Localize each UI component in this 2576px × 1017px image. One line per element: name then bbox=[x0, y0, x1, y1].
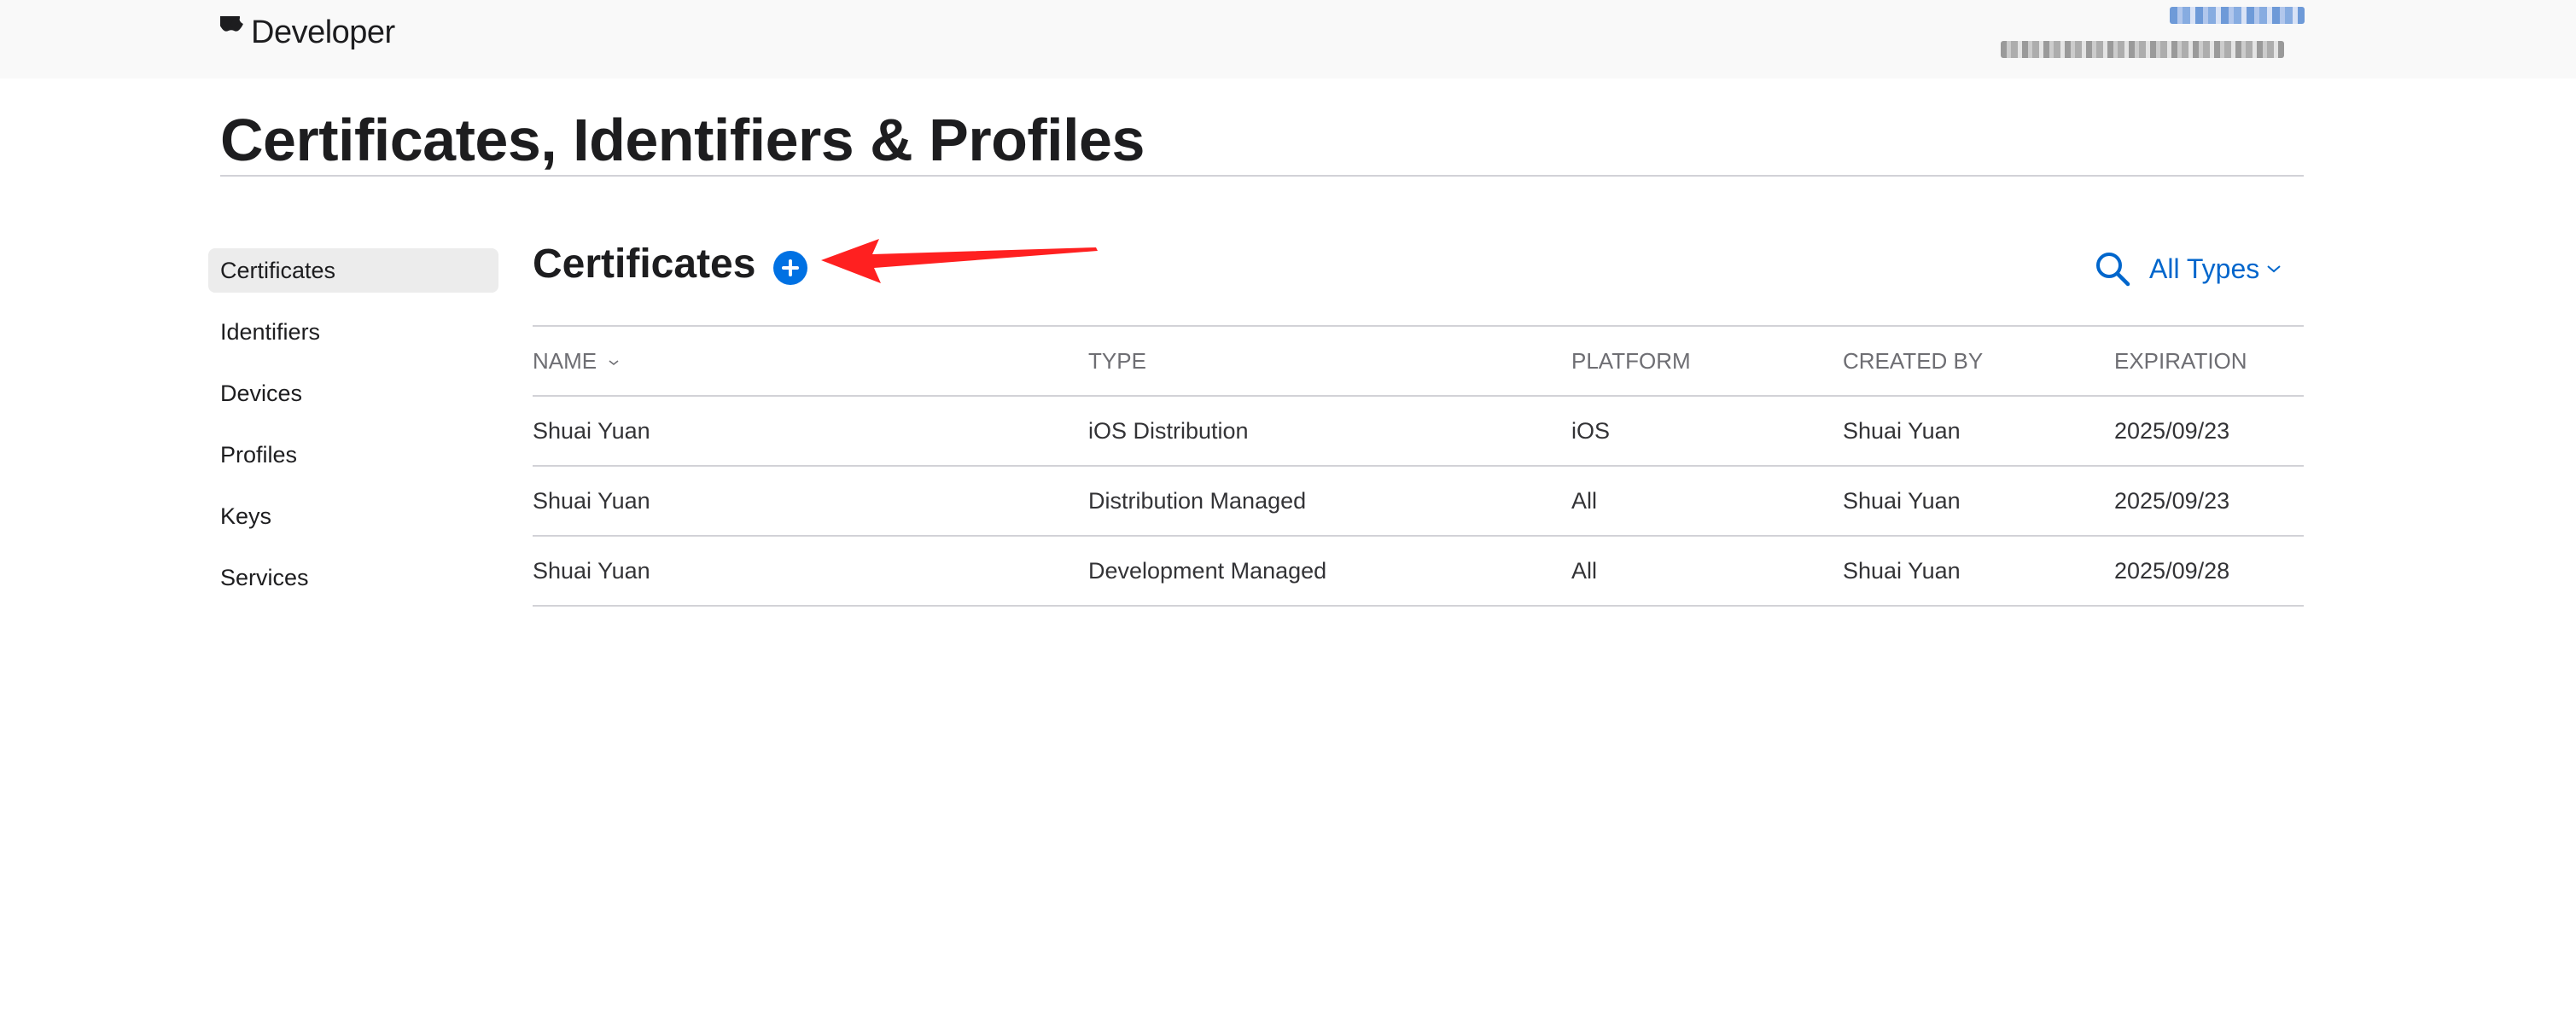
apple-logo-icon bbox=[220, 16, 243, 32]
filter-label: All Types bbox=[2149, 253, 2260, 284]
global-header: Developer bbox=[0, 0, 2576, 78]
chevron-down-icon bbox=[2267, 265, 2281, 273]
section-title: Certificates bbox=[533, 241, 756, 287]
cell-created-by: Shuai Yuan bbox=[1843, 418, 1961, 444]
sidebar-item-certificates[interactable]: Certificates bbox=[208, 248, 498, 293]
developer-logo[interactable]: Developer bbox=[220, 12, 395, 53]
cell-name: Shuai Yuan bbox=[533, 418, 650, 444]
column-label: NAME bbox=[533, 348, 597, 374]
all-types-filter[interactable]: All Types bbox=[2149, 250, 2282, 288]
column-header-name[interactable]: NAME bbox=[533, 327, 620, 395]
title-divider bbox=[220, 175, 2304, 177]
cell-platform: iOS bbox=[1571, 418, 1611, 444]
cell-type: Distribution Managed bbox=[1088, 488, 1307, 514]
table-row[interactable]: Shuai Yuan Distribution Managed All Shua… bbox=[533, 465, 2304, 535]
cell-created-by: Shuai Yuan bbox=[1843, 488, 1961, 514]
column-header-type: TYPE bbox=[1088, 348, 1146, 374]
sidebar-item-profiles[interactable]: Profiles bbox=[208, 433, 498, 477]
cell-name: Shuai Yuan bbox=[533, 558, 650, 584]
red-arrow-annotation bbox=[821, 239, 1098, 283]
certificates-table: NAME TYPE PLATFORM CREATED BY EXPIRATION… bbox=[533, 325, 2304, 607]
page-title: Certificates, Identifiers & Profiles bbox=[220, 107, 1145, 173]
cell-type: Development Managed bbox=[1088, 558, 1327, 584]
table-row[interactable]: Shuai Yuan Development Managed All Shuai… bbox=[533, 535, 2304, 607]
table-header-row: NAME TYPE PLATFORM CREATED BY EXPIRATION bbox=[533, 325, 2304, 395]
cell-expiration: 2025/09/23 bbox=[2114, 418, 2230, 444]
cell-platform: All bbox=[1571, 558, 1598, 584]
sidebar-item-identifiers[interactable]: Identifiers bbox=[208, 310, 498, 354]
search-icon[interactable] bbox=[2094, 250, 2131, 288]
sidebar-nav: Certificates Identifiers Devices Profile… bbox=[208, 248, 498, 617]
sidebar-item-devices[interactable]: Devices bbox=[208, 371, 498, 416]
column-header-created-by: CREATED BY bbox=[1843, 348, 1984, 374]
account-name-link[interactable] bbox=[2170, 7, 2305, 24]
add-certificate-button[interactable] bbox=[773, 251, 807, 285]
column-header-expiration: EXPIRATION bbox=[2114, 348, 2247, 374]
cell-expiration: 2025/09/28 bbox=[2114, 558, 2230, 584]
table-row[interactable]: Shuai Yuan iOS Distribution iOS Shuai Yu… bbox=[533, 395, 2304, 465]
cell-name: Shuai Yuan bbox=[533, 488, 650, 514]
cell-expiration: 2025/09/23 bbox=[2114, 488, 2230, 514]
column-header-platform: PLATFORM bbox=[1571, 348, 1691, 374]
cell-platform: All bbox=[1571, 488, 1598, 514]
cell-created-by: Shuai Yuan bbox=[1843, 558, 1961, 584]
sidebar-item-keys[interactable]: Keys bbox=[208, 494, 498, 538]
account-team-info bbox=[2001, 41, 2284, 58]
sort-chevron-down-icon bbox=[609, 360, 619, 366]
brand-name: Developer bbox=[251, 14, 395, 50]
sidebar-item-services[interactable]: Services bbox=[208, 555, 498, 600]
cell-type: iOS Distribution bbox=[1088, 418, 1249, 444]
